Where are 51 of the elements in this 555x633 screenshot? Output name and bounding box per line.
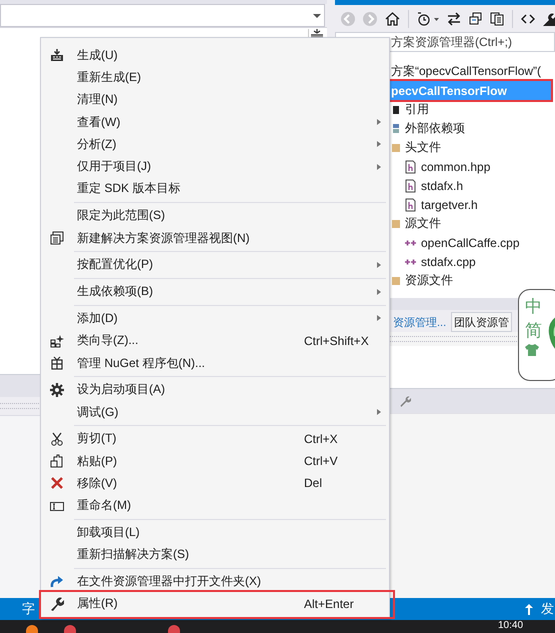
code-icon[interactable]: [521, 12, 535, 26]
menu-item[interactable]: 调试(G): [41, 400, 389, 424]
app-icon[interactable]: [26, 625, 38, 633]
status-text: 字: [22, 600, 35, 618]
package-icon: [50, 356, 64, 370]
shortcut-text: Alt+Enter: [304, 596, 355, 611]
menu-item[interactable]: 类向导(Z)... Ctrl+Shift+X: [41, 330, 389, 352]
menu-item[interactable]: 属性(R) Alt+Enter: [41, 592, 389, 616]
clipboard-icon: [50, 454, 64, 468]
app-icon[interactable]: [168, 625, 180, 633]
menu-item[interactable]: 重新生成(E): [41, 66, 389, 89]
app-icon[interactable]: [64, 625, 76, 633]
menu-item[interactable]: 粘贴(P) Ctrl+V: [41, 450, 389, 472]
gear-icon: [50, 382, 64, 397]
menu-item[interactable]: 卸载项目(L): [41, 521, 389, 544]
caret-icon: [313, 14, 322, 18]
shortcut-text: Del: [304, 476, 324, 490]
sparkle-icon: [50, 334, 64, 348]
sync-icon[interactable]: [447, 12, 461, 26]
menu-item[interactable]: 添加(D): [41, 307, 389, 330]
header-file-icon: [404, 160, 417, 174]
up-arrow-icon[interactable]: [525, 604, 533, 614]
redo-arrow-icon: [50, 574, 64, 589]
clock-text: 10:40: [498, 620, 524, 632]
build-icon: [50, 48, 64, 62]
menu-item[interactable]: 剪切(T) Ctrl+X: [41, 428, 389, 450]
menu-item[interactable]: 重命名(M): [41, 494, 389, 517]
wrench-icon[interactable]: [543, 12, 555, 26]
shortcut-text: Ctrl+Shift+X: [304, 334, 370, 348]
window-icon: [50, 231, 64, 246]
wrench-icon: [50, 596, 64, 611]
panel-tab[interactable]: 团队资源管: [451, 312, 512, 332]
shortcut-text: Ctrl+V: [304, 454, 339, 468]
menu-item[interactable]: 在文件资源管理器中打开文件夹(X): [41, 570, 389, 593]
shirt-icon[interactable]: [525, 344, 539, 356]
close-icon: [50, 476, 64, 490]
menu-item[interactable]: 设为启动项目(A): [41, 378, 389, 401]
scissors-icon: [50, 432, 64, 446]
shortcut-text: Ctrl+X: [304, 432, 339, 446]
dependencies-icon: [391, 122, 401, 136]
menu-item[interactable]: 移除(V) Del: [41, 472, 389, 495]
history-icon[interactable]: [417, 12, 439, 26]
status-text: 发: [541, 600, 554, 618]
collapse-icon[interactable]: [469, 12, 482, 25]
dropdown-field[interactable]: [0, 4, 326, 27]
menu-item[interactable]: 管理 NuGet 程序包(N)...: [41, 352, 389, 374]
header-file-icon: [404, 178, 417, 192]
menu-item[interactable]: 重新扫描解决方案(S): [41, 544, 389, 566]
home-icon[interactable]: [385, 12, 400, 26]
header-file-icon: [404, 198, 417, 212]
copy-icon[interactable]: [490, 12, 504, 26]
